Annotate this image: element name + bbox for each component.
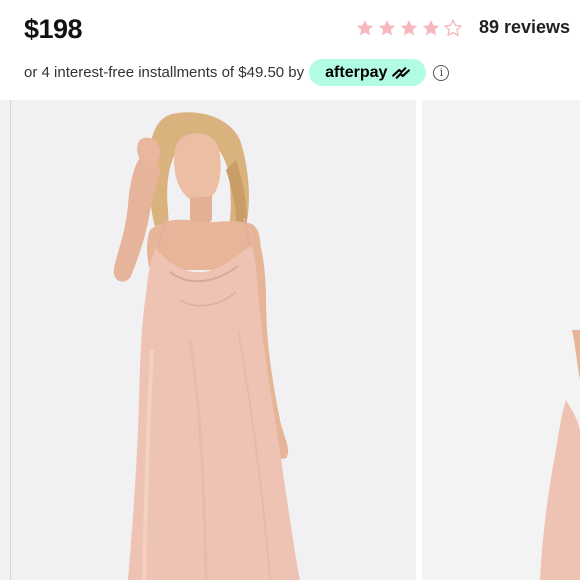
star-empty-icon xyxy=(444,18,462,36)
afterpay-label: afterpay xyxy=(325,63,388,81)
star-filled-icon xyxy=(400,19,418,35)
star-filled-icon xyxy=(422,19,440,35)
star-filled-icon xyxy=(356,19,374,35)
rating-summary[interactable]: 89 reviews xyxy=(355,17,570,38)
installments-row: or 4 interest-free installments of $49.5… xyxy=(24,59,450,86)
installments-text: or 4 interest-free installments of $49.5… xyxy=(24,64,305,81)
afterpay-arrows-icon xyxy=(392,66,411,79)
gallery-panel-separator xyxy=(416,100,422,580)
product-page: $198 89 reviews or 4 interest-free insta… xyxy=(0,0,580,580)
info-icon[interactable]: i xyxy=(433,64,450,81)
star-rating xyxy=(355,18,463,38)
afterpay-badge[interactable]: afterpay xyxy=(309,59,427,86)
star-filled-icon xyxy=(378,19,396,35)
reviews-count-link[interactable]: 89 reviews xyxy=(479,17,570,38)
product-photo-main[interactable] xyxy=(0,100,580,580)
product-price: $198 xyxy=(24,14,83,44)
product-image-gallery[interactable] xyxy=(0,100,580,580)
